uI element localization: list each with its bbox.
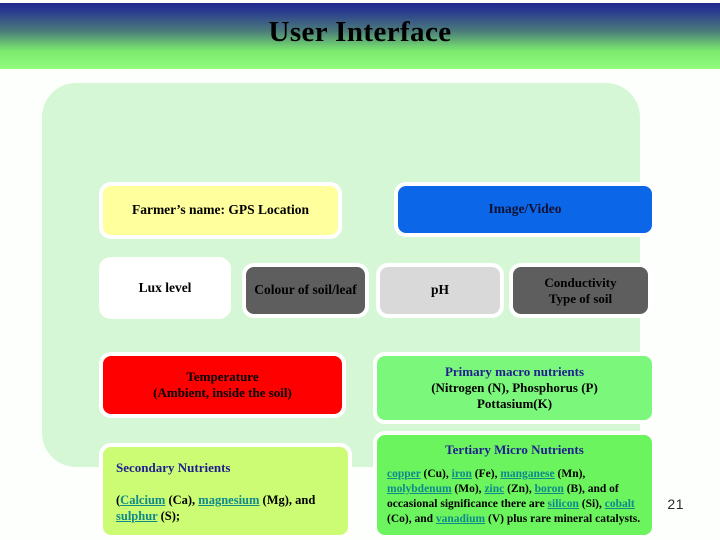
field-box-tertiary-micro-nutrients[interactable]: Tertiary Micro Nutrients copper (Cu), ir…	[373, 431, 656, 539]
primary-macro-nutrients-line-3: Pottasium(K)	[476, 395, 553, 411]
link-manganese[interactable]: manganese	[500, 468, 554, 480]
link-zinc[interactable]: zinc	[484, 483, 504, 495]
tertiary-after-vanadium: (V) plus rare mineral catalysts.	[485, 512, 641, 525]
secondary-nutrients-title: Secondary Nutrients	[116, 460, 231, 475]
tertiary-micro-nutrients-title: Tertiary Micro Nutrients	[445, 442, 584, 457]
temperature-line-2: (Ambient, inside the soil)	[153, 385, 292, 400]
link-magnesium[interactable]: magnesium	[198, 493, 259, 507]
field-box-farmer-name[interactable]: Farmer’s name: GPS Location	[99, 182, 342, 239]
tertiary-after-zinc: (Zn),	[504, 482, 535, 495]
link-copper[interactable]: copper	[387, 468, 421, 480]
primary-macro-nutrients-title: Primary macro nutrients	[444, 364, 585, 380]
tertiary-after-manganese: (Mn),	[554, 467, 586, 480]
link-silicon[interactable]: silicon	[548, 498, 579, 510]
primary-macro-nutrients-group: Primary macro nutrients (Nitrogen (N), P…	[377, 364, 652, 412]
link-sulphur[interactable]: sulphur	[116, 509, 157, 523]
farmer-name-label: Farmer’s name: GPS Location	[131, 202, 310, 218]
link-molybdenum[interactable]: molybdenum	[387, 483, 452, 495]
tertiary-after-molybdenum: (Mo),	[451, 482, 485, 495]
tertiary-micro-nutrients-body: copper (Cu), iron (Fe), manganese (Mn), …	[387, 467, 642, 527]
page-number: 21	[667, 496, 684, 512]
temperature-line-1: Temperature	[186, 369, 259, 385]
ph-label: pH	[430, 282, 449, 298]
tertiary-after-copper: (Cu),	[420, 467, 452, 480]
field-box-temperature[interactable]: Temperature (Ambient, inside the soil)	[99, 352, 346, 418]
field-box-ph[interactable]: pH	[376, 263, 504, 318]
field-box-image-video[interactable]: Image/Video	[394, 182, 656, 237]
link-iron[interactable]: iron	[452, 468, 472, 480]
secondary-suffix-calcium: (Ca),	[165, 492, 199, 507]
field-box-conductivity[interactable]: Conductivity Type of soil	[509, 263, 652, 318]
tertiary-after-silicon: (Si),	[578, 497, 605, 510]
primary-macro-nutrients-line-2: (Nitrogen (N), Phosphorus (P)	[431, 380, 598, 396]
link-calcium[interactable]: Calcium	[120, 493, 165, 507]
colour-of-soil-leaf-label: Colour of soil/leaf	[254, 282, 357, 298]
page-title: User Interface	[268, 16, 452, 48]
link-boron[interactable]: boron	[535, 483, 564, 495]
conductivity-line-2: Type of soil	[548, 290, 613, 306]
tertiary-after-cobalt: (Co), and	[387, 512, 436, 525]
lux-level-label: Lux level	[138, 279, 192, 295]
field-box-colour-of-soil-leaf[interactable]: Colour of soil/leaf	[242, 263, 369, 318]
secondary-suffix-sulphur: (S);	[157, 509, 181, 524]
tertiary-after-iron: (Fe),	[471, 467, 501, 480]
secondary-nutrients-body: (Calcium (Ca), magnesium (Mg), and sulph…	[116, 492, 335, 525]
temperature-label-group: Temperature (Ambient, inside the soil)	[103, 369, 342, 401]
image-video-label: Image/Video	[488, 201, 562, 217]
content-panel: Farmer’s name: GPS Location Image/Video …	[42, 83, 656, 539]
field-box-lux-level[interactable]: Lux level	[99, 257, 231, 319]
conductivity-line-1: Conductivity	[544, 274, 617, 290]
field-box-primary-macro-nutrients[interactable]: Primary macro nutrients (Nitrogen (N), P…	[373, 352, 656, 424]
field-box-secondary-nutrients[interactable]: Secondary Nutrients (Calcium (Ca), magne…	[99, 443, 352, 539]
link-cobalt[interactable]: cobalt	[605, 498, 635, 510]
secondary-suffix-magnesium: (Mg), and	[259, 492, 316, 507]
conductivity-label-group: Conductivity Type of soil	[513, 275, 648, 307]
link-vanadium[interactable]: vanadium	[436, 513, 485, 525]
